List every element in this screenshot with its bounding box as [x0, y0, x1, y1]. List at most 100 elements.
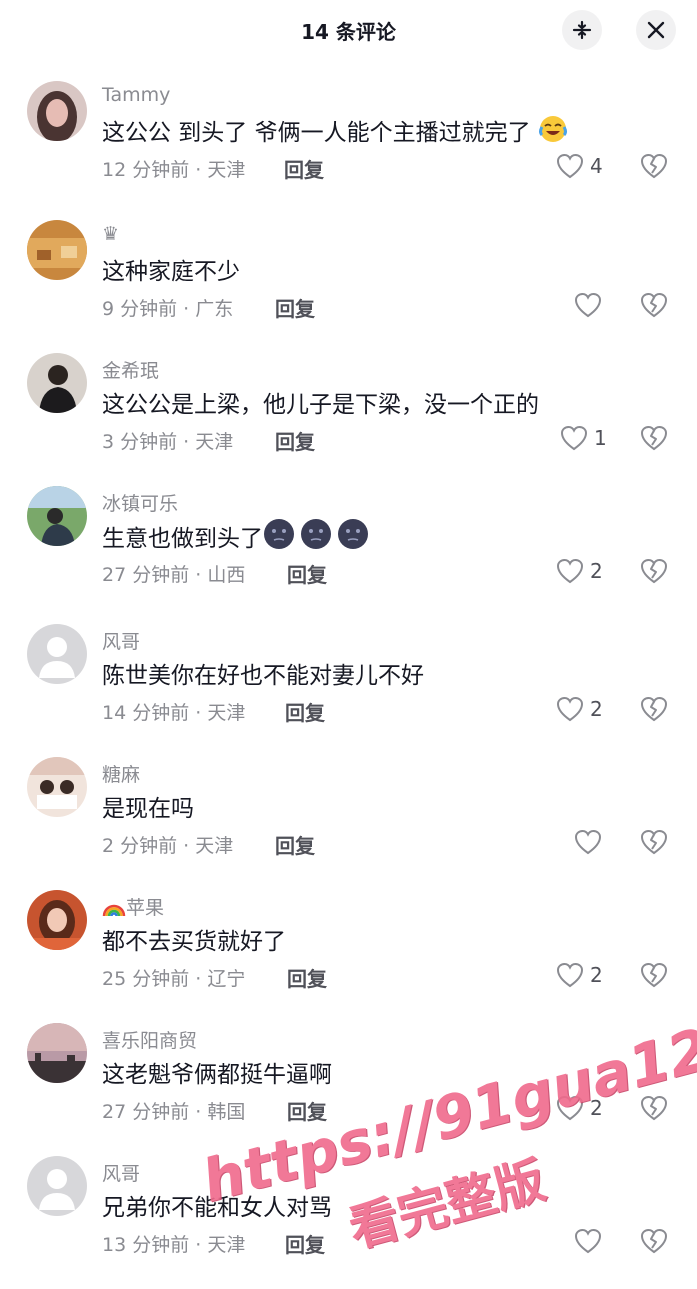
avatar[interactable] [27, 81, 87, 141]
heart-outline-icon [574, 829, 602, 855]
like-button[interactable]: 1 [560, 425, 607, 451]
comment-meta: 12 分钟前 · 天津 [102, 159, 246, 181]
reply-button[interactable]: 回复 [284, 154, 324, 183]
avatar[interactable] [27, 757, 87, 817]
reply-button[interactable]: 回复 [287, 963, 327, 992]
comment-meta: 27 分钟前 · 山西 [102, 564, 246, 586]
broken-heart-icon [640, 153, 668, 179]
close-button[interactable] [636, 10, 676, 50]
reply-button[interactable]: 回复 [275, 830, 315, 859]
broken-heart-icon [640, 292, 668, 318]
heart-outline-icon [574, 292, 602, 318]
comment-text: 这老魁爷俩都挺牛逼啊 [102, 1062, 332, 1088]
comment-username[interactable]: 风哥 [102, 627, 140, 654]
avatar[interactable] [27, 890, 87, 950]
broken-heart-icon [640, 1228, 668, 1254]
dark-moon-face-emoji-icon [263, 518, 371, 556]
comment-text: 这公公 到头了 爷俩一人能个主播过就完了 [102, 113, 568, 150]
comment-item: ♛ 这种家庭不少 9 分钟前 · 广东 回复 [0, 220, 697, 353]
dislike-button[interactable] [640, 829, 668, 859]
dislike-button[interactable] [640, 962, 668, 992]
broken-heart-icon [640, 829, 668, 855]
comment-meta: 3 分钟前 · 天津 [102, 431, 234, 453]
rainbow-emoji-icon [102, 898, 126, 923]
comment-text: 都不去买货就好了 [102, 929, 286, 955]
broken-heart-icon [640, 696, 668, 722]
comment-meta: 2 分钟前 · 天津 [102, 835, 234, 857]
broken-heart-icon [640, 558, 668, 584]
comment-item: 风哥 陈世美你在好也不能对妻儿不好 14 分钟前 · 天津 回复 2 [0, 624, 697, 757]
like-count: 2 [590, 963, 603, 987]
comment-text: 是现在吗 [102, 796, 194, 822]
heart-outline-icon [556, 696, 584, 722]
comment-item: 金希珉 这公公是上梁，他儿子是下梁，没一个正的 3 分钟前 · 天津 回复 1 [0, 353, 697, 486]
comment-username[interactable]: 冰镇可乐 [102, 489, 178, 516]
broken-heart-icon [640, 425, 668, 451]
comment-meta: 25 分钟前 · 辽宁 [102, 968, 246, 990]
dislike-button[interactable] [640, 1228, 668, 1258]
heart-outline-icon [574, 1228, 602, 1254]
like-button[interactable]: 4 [556, 153, 603, 179]
like-count: 4 [590, 154, 603, 178]
comment-username[interactable]: 喜乐阳商贸 [102, 1026, 197, 1053]
heart-outline-icon [556, 962, 584, 988]
comment-item: Tammy 这公公 到头了 爷俩一人能个主播过就完了 12 分钟前 · 天津 回… [0, 81, 697, 214]
like-button[interactable] [574, 1228, 608, 1254]
like-count: 2 [590, 559, 603, 583]
like-button[interactable]: 2 [556, 962, 603, 988]
comment-meta: 14 分钟前 · 天津 [102, 702, 246, 724]
collapse-button[interactable] [562, 10, 602, 50]
heart-outline-icon [560, 425, 588, 451]
reply-button[interactable]: 回复 [285, 697, 325, 726]
like-button[interactable] [574, 292, 608, 318]
comment-username[interactable]: ♛ [102, 223, 119, 245]
avatar[interactable] [27, 353, 87, 413]
collapse-icon [572, 20, 592, 40]
dislike-button[interactable] [640, 696, 668, 726]
reply-button[interactable]: 回复 [275, 293, 315, 322]
comment-username[interactable]: 苹果 [102, 893, 164, 923]
reply-button[interactable]: 回复 [275, 426, 315, 455]
default-avatar-icon [27, 624, 87, 684]
comment-item: 冰镇可乐 生意也做到头了 27 分钟前 · 山西 回复 2 [0, 486, 697, 619]
heart-outline-icon [556, 153, 584, 179]
avatar[interactable] [27, 220, 87, 280]
comment-username[interactable]: Tammy [102, 84, 170, 106]
comment-text: 生意也做到头了 [102, 518, 371, 556]
comment-meta: 9 分钟前 · 广东 [102, 298, 234, 320]
reply-button[interactable]: 回复 [285, 1229, 325, 1258]
avatar[interactable] [27, 1156, 87, 1216]
dislike-button[interactable] [640, 425, 668, 455]
comments-header: 14 条评论 [0, 0, 697, 60]
like-button[interactable]: 2 [556, 696, 603, 722]
comment-meta: 13 分钟前 · 天津 [102, 1234, 246, 1256]
avatar[interactable] [27, 1023, 87, 1083]
comment-text: 陈世美你在好也不能对妻儿不好 [102, 663, 424, 689]
comment-text: 这种家庭不少 [102, 259, 240, 285]
comment-username[interactable]: 风哥 [102, 1159, 140, 1186]
avatar[interactable] [27, 624, 87, 684]
comment-text-content: 生意也做到头了 [102, 526, 263, 552]
dislike-button[interactable] [640, 153, 668, 183]
laughing-crying-emoji-icon [538, 114, 568, 150]
avatar[interactable] [27, 486, 87, 546]
like-count: 2 [590, 697, 603, 721]
comment-item: 糖麻 是现在吗 2 分钟前 · 天津 回复 [0, 757, 697, 890]
comment-meta: 27 分钟前 · 韩国 [102, 1101, 246, 1123]
dislike-button[interactable] [640, 292, 668, 322]
comment-username-text: 苹果 [126, 897, 165, 919]
heart-outline-icon [556, 558, 584, 584]
comment-text-content: 这公公 到头了 爷俩一人能个主播过就完了 [102, 120, 531, 146]
comment-username[interactable]: 糖麻 [102, 760, 140, 787]
close-icon [647, 21, 665, 39]
comment-text: 这公公是上梁，他儿子是下梁，没一个正的 [102, 392, 539, 418]
like-button[interactable] [574, 829, 608, 855]
like-count: 1 [594, 426, 607, 450]
default-avatar-icon [27, 1156, 87, 1216]
comment-username[interactable]: 金希珉 [102, 356, 159, 383]
comment-item: 苹果 都不去买货就好了 25 分钟前 · 辽宁 回复 2 [0, 890, 697, 1023]
like-button[interactable]: 2 [556, 558, 603, 584]
reply-button[interactable]: 回复 [287, 559, 327, 588]
broken-heart-icon [640, 962, 668, 988]
dislike-button[interactable] [640, 558, 668, 588]
